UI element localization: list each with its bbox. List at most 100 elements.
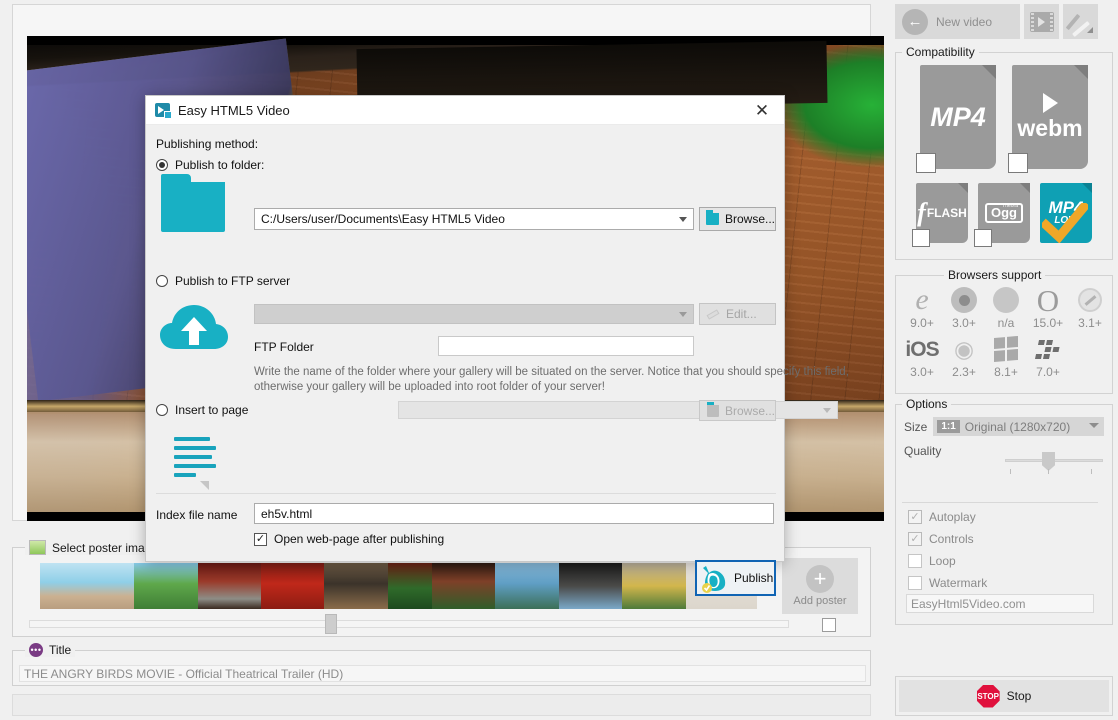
new-video-label: New video — [936, 15, 992, 29]
browser-safari: 3.1+ — [1072, 284, 1108, 330]
app-window: Select poster image + Add poster ••• Tit… — [0, 0, 1118, 720]
browser-android: ◉ 2.3+ — [946, 333, 982, 379]
radio-ftp-icon — [156, 275, 168, 287]
radio-folder-icon — [156, 159, 168, 171]
close-icon[interactable]: ✕ — [740, 96, 784, 125]
ios-icon: iOS — [904, 333, 940, 365]
pencil-icon — [707, 309, 720, 320]
add-poster-checkbox[interactable] — [822, 618, 836, 632]
format-mp4[interactable]: MP4 — [920, 65, 996, 169]
poster-thumbnail[interactable] — [324, 563, 388, 609]
status-strip — [12, 694, 871, 716]
poster-thumbnail[interactable] — [559, 563, 622, 609]
android-icon: ◉ — [946, 333, 982, 365]
format-flash[interactable]: f FLASH — [916, 183, 968, 243]
publish-dialog: Easy HTML5 Video ✕ Publishing method: Pu… — [145, 95, 785, 562]
radio-publish-to-folder[interactable]: Publish to folder: — [156, 158, 264, 172]
ftp-hint-text: Write the name of the folder where your … — [254, 365, 894, 395]
format-mp4-low[interactable]: MP4 LOW — [1040, 183, 1092, 243]
poster-thumbnail[interactable] — [40, 563, 134, 609]
folder-icon — [706, 213, 719, 225]
loop-checkbox[interactable] — [908, 554, 922, 568]
browsers-support-panel: Browsers support e 9.0+ 3.0+ — [895, 268, 1113, 394]
quality-tick-high — [1091, 469, 1092, 474]
add-poster-label: Add poster — [793, 595, 846, 607]
browser-opera: O 15.0+ — [1030, 284, 1066, 330]
chevron-down-icon[interactable] — [679, 217, 687, 222]
comment-icon: ••• — [29, 643, 43, 657]
radio-ftp-label: Publish to FTP server — [175, 274, 290, 288]
radio-publish-to-ftp[interactable]: Publish to FTP server — [156, 274, 290, 288]
firefox-version: n/a — [988, 316, 1024, 330]
radio-insert-icon — [156, 404, 168, 416]
stop-panel: STOP Stop — [895, 676, 1113, 716]
option-watermark[interactable]: Watermark — [890, 572, 1118, 594]
poster-scrollbar-thumb[interactable] — [325, 614, 337, 634]
dialog-body: Publishing method: Publish to folder: C:… — [146, 125, 784, 562]
opera-version: 15.0+ — [1030, 316, 1066, 330]
stop-button[interactable]: STOP Stop — [899, 680, 1109, 712]
controls-checkbox[interactable]: ✓ — [908, 532, 922, 546]
blackberry-version: 7.0+ — [1030, 365, 1066, 379]
radio-insert-to-page[interactable]: Insert to page — [156, 403, 248, 417]
safari-version: 3.1+ — [1072, 316, 1108, 330]
check-icon — [1042, 203, 1088, 243]
windows-icon — [988, 333, 1024, 365]
play-icon — [1043, 93, 1058, 113]
watermark-label: Watermark — [929, 576, 987, 590]
compatibility-legend: Compatibility — [902, 45, 979, 59]
poster-thumbnail[interactable] — [622, 563, 686, 609]
poster-thumbnail[interactable] — [134, 563, 198, 609]
poster-thumbnail[interactable] — [495, 563, 559, 609]
index-file-input[interactable]: eh5v.html — [254, 503, 774, 524]
open-after-publishing-row[interactable]: ✓ Open web-page after publishing — [254, 532, 444, 546]
ftp-server-select[interactable] — [254, 304, 694, 324]
poster-thumbnail[interactable] — [432, 563, 495, 609]
browse-page-label: Browse... — [725, 404, 775, 418]
open-after-publishing-checkbox[interactable]: ✓ — [254, 533, 267, 546]
publish-button[interactable]: Publish — [695, 560, 776, 596]
watermark-input[interactable]: EasyHtml5Video.com — [906, 594, 1094, 613]
poster-thumbnail[interactable] — [388, 563, 432, 609]
edit-ftp-button[interactable]: Edit... — [699, 303, 776, 325]
option-autoplay[interactable]: ✓ Autoplay — [890, 506, 1118, 528]
settings-button[interactable] — [1063, 4, 1098, 39]
option-controls[interactable]: ✓ Controls — [890, 528, 1118, 550]
folder-path-input[interactable]: C:/Users/user/Documents\Easy HTML5 Video — [254, 208, 694, 230]
flash-label: FLASH — [927, 206, 967, 220]
webm-checkbox[interactable] — [1008, 153, 1028, 173]
tools-icon — [1069, 11, 1093, 33]
autoplay-checkbox[interactable]: ✓ — [908, 510, 922, 524]
add-poster-button[interactable]: + Add poster — [782, 558, 858, 614]
poster-scrollbar-track[interactable] — [29, 620, 789, 628]
size-select[interactable]: 1:1 Original (1280x720) — [933, 417, 1104, 436]
poster-thumbnail[interactable] — [261, 563, 324, 609]
format-ogg[interactable]: Theora Ogg — [978, 183, 1030, 243]
controls-label: Controls — [929, 532, 974, 546]
title-input[interactable]: THE ANGRY BIRDS MOVIE - Official Theatri… — [19, 665, 866, 682]
publishing-method-label: Publishing method: — [156, 137, 258, 151]
title-legend: ••• Title — [25, 643, 75, 657]
preview-button[interactable] — [1024, 4, 1059, 39]
browsers-legend: Browsers support — [944, 268, 1045, 282]
watermark-checkbox[interactable] — [908, 576, 922, 590]
flash-checkbox[interactable] — [912, 229, 930, 247]
autoplay-label: Autoplay — [929, 510, 976, 524]
option-loop[interactable]: Loop — [890, 550, 1118, 572]
options-legend: Options — [902, 397, 951, 411]
ftp-folder-input[interactable] — [438, 336, 694, 356]
browse-folder-label: Browse... — [725, 212, 775, 226]
browse-folder-button[interactable]: Browse... — [699, 207, 776, 231]
new-video-button[interactable]: ← New video — [895, 4, 1020, 39]
browse-page-button[interactable]: Browse... — [699, 400, 776, 421]
page-lines-icon — [174, 437, 220, 489]
format-webm[interactable]: webm — [1012, 65, 1088, 169]
poster-thumbnail-strip[interactable] — [40, 563, 757, 609]
chevron-down-icon[interactable] — [679, 312, 687, 317]
edit-label: Edit... — [726, 307, 757, 321]
chevron-down-icon[interactable] — [823, 408, 831, 413]
poster-thumbnail[interactable] — [198, 563, 261, 609]
ogg-checkbox[interactable] — [974, 229, 992, 247]
blackberry-icon — [1030, 333, 1066, 365]
mp4-checkbox[interactable] — [916, 153, 936, 173]
